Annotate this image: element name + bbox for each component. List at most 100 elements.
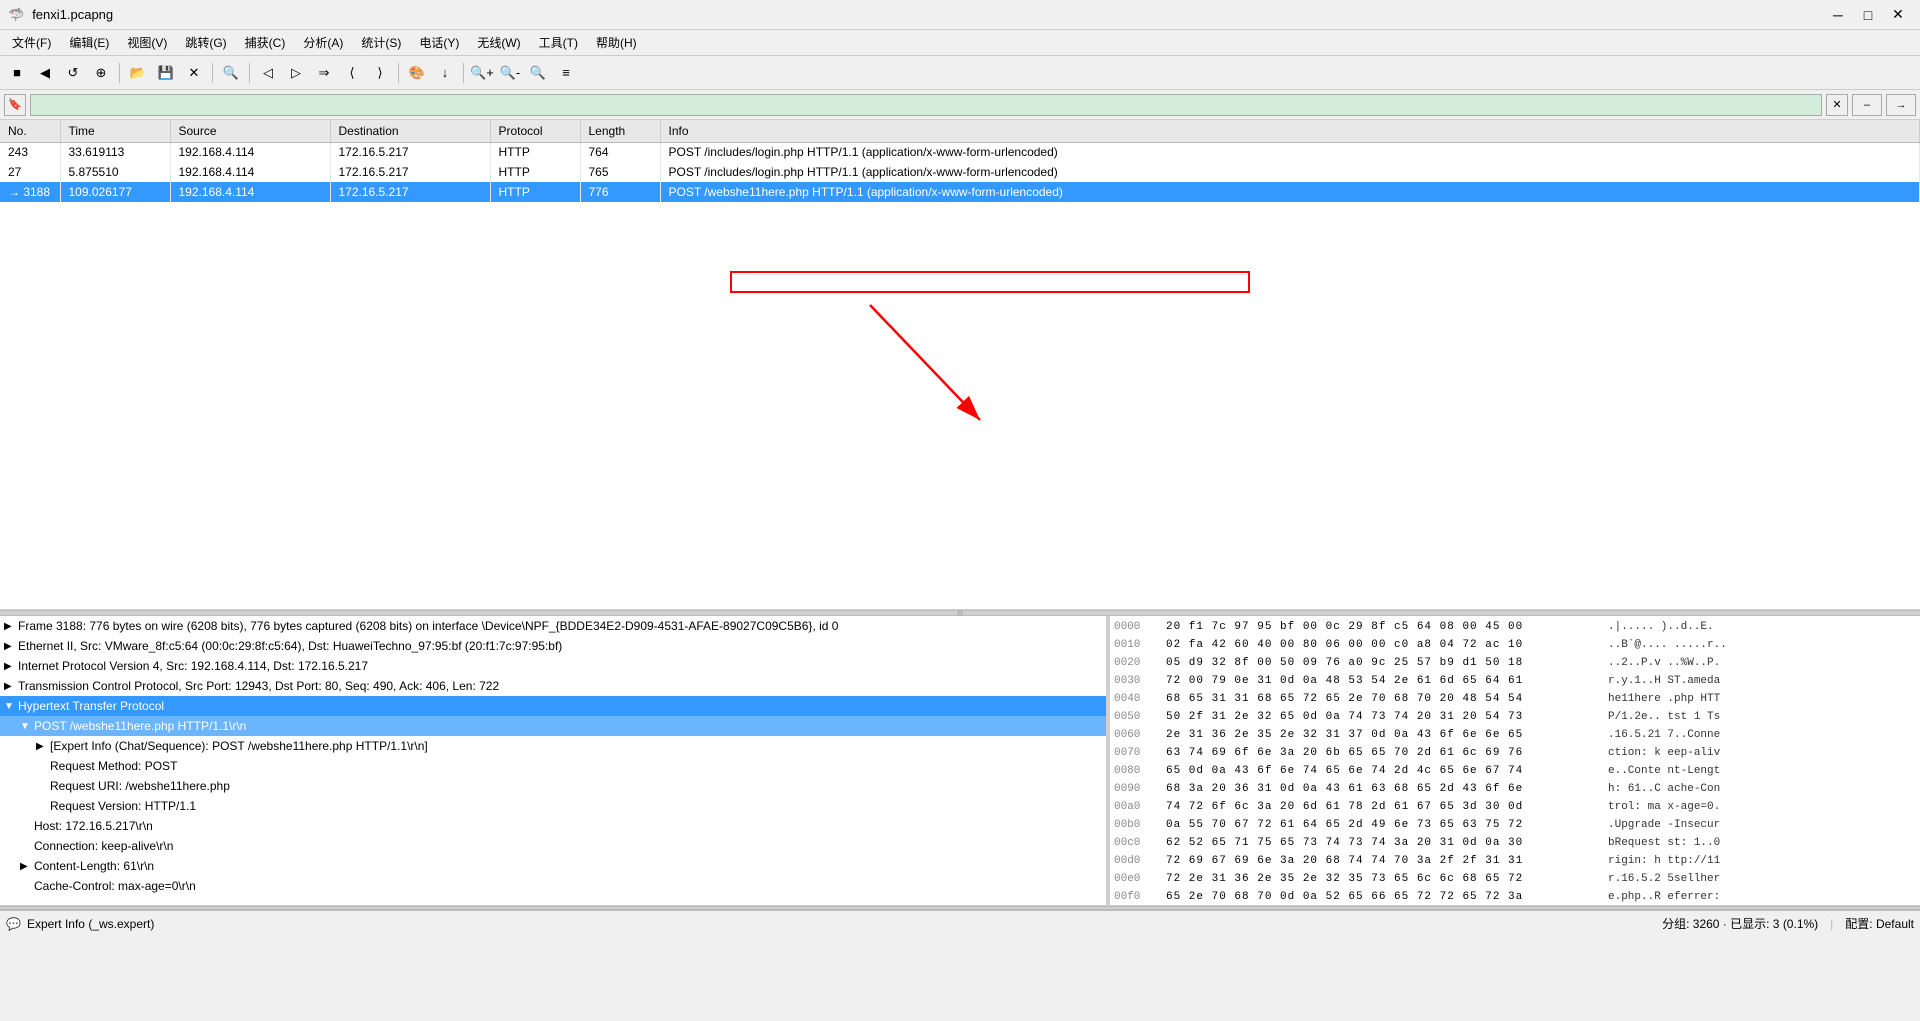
packet-list-area: No. Time Source Destination Protocol Len… — [0, 120, 1920, 610]
stop-capture-button[interactable]: ■ — [4, 60, 30, 86]
hex-offset: 00a0 — [1114, 801, 1154, 813]
expand-icon[interactable]: ▶ — [4, 641, 18, 652]
table-row[interactable]: 24333.619113192.168.4.114172.16.5.217HTT… — [0, 142, 1920, 162]
hex-bytes: 68 65 31 31 68 65 72 65 2e 70 68 70 20 4… — [1166, 693, 1596, 705]
find-button[interactable]: 🔍 — [218, 60, 244, 86]
cell-source: 192.168.4.114 — [170, 142, 330, 162]
menu-item-s[interactable]: 统计(S) — [353, 32, 409, 53]
cell-protocol: HTTP — [490, 182, 580, 202]
restart-capture-button[interactable]: ↺ — [60, 60, 86, 86]
expand-icon[interactable]: ▼ — [20, 721, 34, 732]
colorize-button[interactable]: 🎨 — [404, 60, 430, 86]
detail-row[interactable]: Connection: keep-alive\r\n — [0, 836, 1106, 856]
hex-ascii: .Upgrade -Insecur — [1608, 819, 1720, 831]
hex-bytes: 50 2f 31 2e 32 65 0d 0a 74 73 74 20 31 2… — [1166, 711, 1596, 723]
menu-item-y[interactable]: 电话(Y) — [411, 32, 467, 53]
minimize-button[interactable]: ─ — [1824, 3, 1852, 27]
autoscroll-button[interactable]: ↓ — [432, 60, 458, 86]
hex-ascii: he11here .php HTT — [1608, 693, 1720, 705]
zoom-in-button[interactable]: 🔍+ — [469, 60, 495, 86]
detail-row[interactable]: ▶Internet Protocol Version 4, Src: 192.1… — [0, 656, 1106, 676]
expert-icon: 💬 — [6, 917, 21, 931]
detail-row[interactable]: ▼POST /webshe11here.php HTTP/1.1\r\n — [0, 716, 1106, 736]
hex-ascii: trol: ma x-age=0. — [1608, 801, 1720, 813]
table-row[interactable]: → 3188109.026177192.168.4.114172.16.5.21… — [0, 182, 1920, 202]
detail-row[interactable]: ▶Transmission Control Protocol, Src Port… — [0, 676, 1106, 696]
expand-icon[interactable]: ▶ — [4, 661, 18, 672]
sep4 — [398, 63, 399, 83]
cell-protocol: HTTP — [490, 142, 580, 162]
prev-button[interactable]: ⟨ — [339, 60, 365, 86]
menu-item-a[interactable]: 分析(A) — [295, 32, 351, 53]
detail-text: Cache-Control: max-age=0\r\n — [34, 879, 196, 893]
expand-icon[interactable]: ▶ — [20, 861, 34, 872]
expand-icon[interactable]: ▼ — [4, 701, 18, 712]
menu-item-g[interactable]: 跳转(G) — [177, 32, 234, 53]
expert-info-label[interactable]: Expert Info (_ws.expert) — [27, 917, 154, 931]
close-button[interactable]: ✕ — [1884, 3, 1912, 27]
detail-row[interactable]: ▶Frame 3188: 776 bytes on wire (6208 bit… — [0, 616, 1106, 636]
forward-button[interactable]: ▷ — [283, 60, 309, 86]
expand-icon[interactable]: ▶ — [4, 621, 18, 632]
col-time[interactable]: Time — [60, 120, 170, 142]
detail-row[interactable]: Host: 172.16.5.217\r\n — [0, 816, 1106, 836]
menu-item-v[interactable]: 视图(V) — [119, 32, 175, 53]
expand-icon[interactable]: ▶ — [4, 681, 18, 692]
detail-row[interactable]: ▼Hypertext Transfer Protocol — [0, 696, 1106, 716]
menu-item-t[interactable]: 工具(T) — [531, 32, 586, 53]
filter-apply-button[interactable]: → — [1886, 94, 1916, 116]
zoom-out-button[interactable]: 🔍- — [497, 60, 523, 86]
open-button[interactable]: 📂 — [125, 60, 151, 86]
status-right: 分组: 3260 · 已显示: 3 (0.1%) | 配置: Default — [1662, 915, 1914, 932]
menu-item-c[interactable]: 捕获(C) — [237, 32, 294, 53]
cell-time: 109.026177 — [60, 182, 170, 202]
detail-row[interactable]: ▶[Expert Info (Chat/Sequence): POST /web… — [0, 736, 1106, 756]
filter-input[interactable]: urlencoded-form — [30, 94, 1822, 116]
save-button[interactable]: 💾 — [153, 60, 179, 86]
app-title: fenxi1.pcapng — [32, 7, 113, 22]
menu-item-f[interactable]: 文件(F) — [4, 32, 59, 53]
detail-row[interactable]: Cache-Control: max-age=0\r\n — [0, 876, 1106, 896]
col-destination[interactable]: Destination — [330, 120, 490, 142]
cell-time: 5.875510 — [60, 162, 170, 182]
detail-text: Host: 172.16.5.217\r\n — [34, 819, 153, 833]
zoom-reset-button[interactable]: 🔍 — [525, 60, 551, 86]
col-length[interactable]: Length — [580, 120, 660, 142]
menu-item-h[interactable]: 帮助(H) — [588, 32, 645, 53]
profile-label: 配置: Default — [1845, 915, 1914, 932]
detail-row[interactable]: Request Method: POST — [0, 756, 1106, 776]
hex-bytes: 0a 55 70 67 72 61 64 65 2d 49 6e 73 65 6… — [1166, 819, 1596, 831]
maximize-button[interactable]: □ — [1854, 3, 1882, 27]
titlebar-controls: ─ □ ✕ — [1824, 3, 1912, 27]
detail-row[interactable]: Request URI: /webshe11here.php — [0, 776, 1106, 796]
start-capture-button[interactable]: ◀ — [32, 60, 58, 86]
resize-columns-button[interactable]: ≡ — [553, 60, 579, 86]
col-info[interactable]: Info — [660, 120, 1920, 142]
filter-arrow-button[interactable]: – — [1852, 94, 1882, 116]
detail-row[interactable]: ▶Content-Length: 61\r\n — [0, 856, 1106, 876]
filter-bookmark-button[interactable]: 🔖 — [4, 94, 26, 116]
expand-icon[interactable]: ▶ — [36, 741, 50, 752]
menu-item-e[interactable]: 编辑(E) — [61, 32, 117, 53]
back-button[interactable]: ◁ — [255, 60, 281, 86]
goto-button[interactable]: ⇒ — [311, 60, 337, 86]
col-no[interactable]: No. — [0, 120, 60, 142]
menu-item-w[interactable]: 无线(W) — [469, 32, 528, 53]
detail-text: Internet Protocol Version 4, Src: 192.16… — [18, 659, 368, 673]
filter-clear-button[interactable]: ✕ — [1826, 94, 1848, 116]
detail-row[interactable]: ▶Ethernet II, Src: VMware_8f:c5:64 (00:0… — [0, 636, 1106, 656]
sep3 — [249, 63, 250, 83]
hex-ascii: .|..... )..d..E. — [1608, 621, 1714, 633]
next-button[interactable]: ⟩ — [367, 60, 393, 86]
col-protocol[interactable]: Protocol — [490, 120, 580, 142]
detail-row[interactable]: Request Version: HTTP/1.1 — [0, 796, 1106, 816]
table-row[interactable]: 275.875510192.168.4.114172.16.5.217HTTP7… — [0, 162, 1920, 182]
cell-length: 776 — [580, 182, 660, 202]
detail-text: [Expert Info (Chat/Sequence): POST /webs… — [50, 739, 428, 753]
cell-info: POST /includes/login.php HTTP/1.1 (appli… — [660, 162, 1920, 182]
options-button[interactable]: ⊕ — [88, 60, 114, 86]
col-source[interactable]: Source — [170, 120, 330, 142]
hex-offset: 0070 — [1114, 747, 1154, 759]
hex-offset: 00c0 — [1114, 837, 1154, 849]
close-file-button[interactable]: ✕ — [181, 60, 207, 86]
